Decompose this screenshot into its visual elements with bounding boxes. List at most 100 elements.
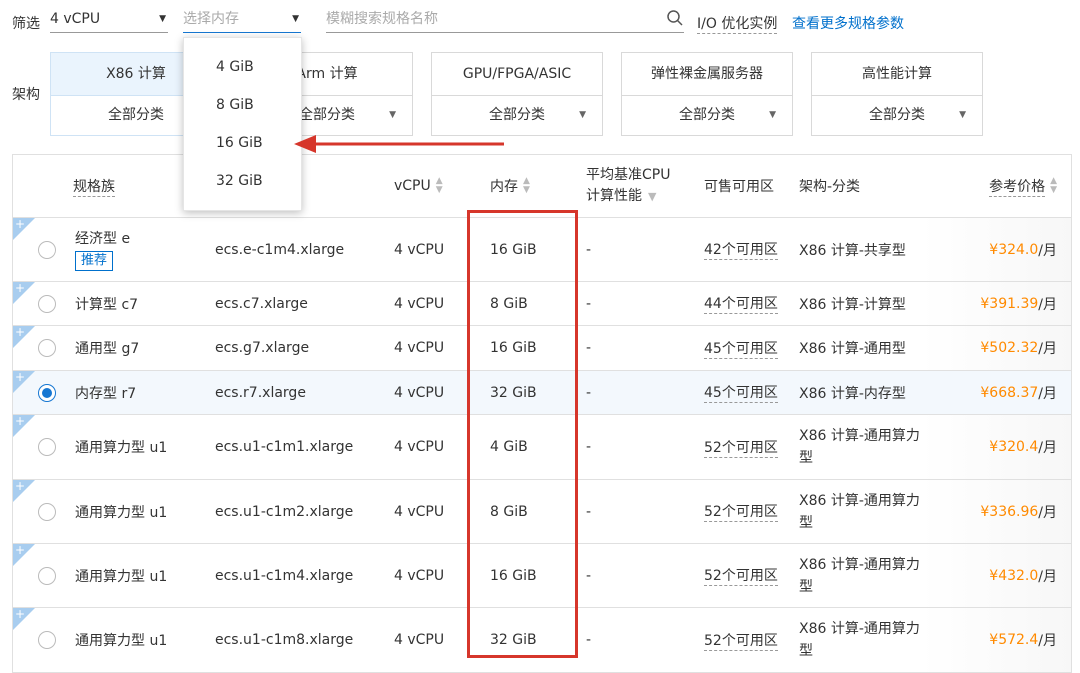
table-row[interactable]: + 通用算力型 u1 ecs.u1-c1m1.xlarge 4 vCPU 4 G…	[12, 414, 1072, 480]
row-zones[interactable]: 42个可用区	[704, 239, 778, 260]
expand-corner-icon[interactable]: +	[13, 543, 35, 566]
col-memory-header[interactable]: 内存 ▲ ▼	[490, 155, 530, 217]
filter-icon[interactable]: ▼	[648, 190, 656, 203]
col-cpu-perf-header: 平均基准CPU 计算性能 ▼	[586, 155, 670, 217]
arch-category-value: 全部分类	[108, 107, 164, 123]
row-vcpu: 4 vCPU	[394, 340, 445, 356]
memory-option[interactable]: 4 GiB	[184, 48, 301, 86]
col-vcpu-header[interactable]: vCPU ▲ ▼	[394, 155, 443, 217]
chevron-down-icon: ▼	[159, 14, 166, 24]
row-arch: X86 计算-通用型	[799, 341, 906, 357]
row-radio[interactable]	[38, 294, 56, 313]
row-arch-line: X86 计算-通用算力	[799, 621, 920, 637]
row-spec: ecs.g7.xlarge	[215, 340, 310, 356]
row-price-unit: /月	[1038, 242, 1057, 259]
table-row[interactable]: + 通用算力型 u1 ecs.u1-c1m2.xlarge 4 vCPU 8 G…	[12, 479, 1072, 544]
row-zones[interactable]: 52个可用区	[704, 501, 778, 522]
row-memory: 4 GiB	[490, 439, 528, 455]
row-price: ¥336.96	[980, 503, 1039, 520]
spec-search-input[interactable]: 模糊搜索规格名称	[326, 6, 684, 33]
memory-option[interactable]: 8 GiB	[184, 86, 301, 124]
col-cpu-perf-label: 平均基准CPU	[586, 167, 671, 183]
row-radio[interactable]	[38, 240, 56, 259]
row-family: 经济型 e	[75, 231, 131, 247]
expand-corner-icon[interactable]: +	[13, 607, 35, 630]
row-radio[interactable]	[38, 339, 56, 357]
row-vcpu: 4 vCPU	[394, 295, 445, 312]
expand-corner-icon[interactable]: +	[13, 281, 35, 304]
row-arch: X86 计算-通用算力型	[799, 415, 920, 479]
chevron-down-icon: ▼	[769, 110, 776, 120]
row-radio[interactable]	[38, 566, 56, 585]
memory-option[interactable]: 16 GiB	[184, 124, 301, 162]
arch-category-select[interactable]: 全部分类 ▼	[432, 96, 602, 135]
table-row[interactable]: + 计算型 c7 ecs.c7.xlarge 4 vCPU 8 GiB - 44…	[12, 281, 1072, 326]
table-row-selected[interactable]: + 内存型 r7 ecs.r7.xlarge 4 vCPU 32 GiB - 4…	[12, 370, 1072, 415]
table-row[interactable]: + 经济型 e 推荐 ecs.e-c1m4.xlarge 4 vCPU 16 G…	[12, 217, 1072, 282]
row-price-unit: /月	[1038, 504, 1057, 521]
memory-dropdown-menu: 4 GiB 8 GiB 16 GiB 32 GiB	[183, 37, 302, 211]
table-row[interactable]: + 通用算力型 u1 ecs.u1-c1m4.xlarge 4 vCPU 16 …	[12, 543, 1072, 608]
row-vcpu: 4 vCPU	[394, 439, 445, 455]
row-radio-checked[interactable]	[38, 383, 56, 402]
memory-select-placeholder: 选择内存	[183, 11, 239, 27]
row-radio[interactable]	[38, 502, 56, 521]
table-row[interactable]: + 通用算力型 u1 ecs.u1-c1m8.xlarge 4 vCPU 32 …	[12, 607, 1072, 673]
row-zones[interactable]: 52个可用区	[704, 437, 778, 458]
row-spec: ecs.c7.xlarge	[215, 295, 308, 312]
row-arch: X86 计算-通用算力型	[799, 480, 920, 543]
row-price: ¥668.37	[980, 384, 1039, 401]
row-spec: ecs.u1-c1m1.xlarge	[215, 439, 354, 455]
row-radio[interactable]	[38, 631, 56, 649]
memory-select[interactable]: 选择内存 ▼	[183, 6, 301, 33]
row-cpu-perf: -	[586, 439, 592, 455]
row-cpu-perf: -	[586, 340, 592, 356]
row-arch: X86 计算-通用算力型	[799, 544, 920, 607]
sort-icon[interactable]: ▲ ▼	[436, 177, 443, 195]
arch-card-hpc[interactable]: 高性能计算 全部分类 ▼	[811, 52, 983, 136]
row-price: ¥432.0	[989, 567, 1039, 584]
chevron-down-icon: ▼	[292, 14, 299, 24]
expand-corner-icon[interactable]: +	[13, 479, 35, 502]
chevron-down-icon: ▼	[959, 110, 966, 120]
sort-icon[interactable]: ▲ ▼	[523, 177, 530, 195]
row-vcpu: 4 vCPU	[394, 241, 445, 258]
arch-category-select[interactable]: 全部分类 ▼	[622, 96, 792, 135]
arch-card-gpu[interactable]: GPU/FPGA/ASIC 全部分类 ▼	[431, 52, 603, 136]
row-memory: 8 GiB	[490, 503, 528, 520]
row-price: ¥572.4	[989, 632, 1039, 648]
row-spec: ecs.u1-c1m2.xlarge	[215, 503, 354, 520]
arch-category-select[interactable]: 全部分类 ▼	[812, 96, 982, 135]
row-zones[interactable]: 52个可用区	[704, 630, 778, 651]
row-zones[interactable]: 44个可用区	[704, 293, 778, 314]
expand-corner-icon[interactable]: +	[13, 325, 35, 348]
sort-icon[interactable]: ▲ ▼	[1050, 177, 1057, 195]
col-price-label: 参考价格	[989, 176, 1046, 197]
expand-corner-icon[interactable]: +	[13, 414, 35, 437]
row-arch: X86 计算-计算型	[799, 296, 906, 313]
row-zones[interactable]: 45个可用区	[704, 382, 778, 403]
col-price-header[interactable]: 参考价格 ▲ ▼	[989, 155, 1057, 217]
row-price: ¥502.32	[980, 340, 1039, 356]
row-memory: 16 GiB	[490, 241, 537, 258]
col-cpu-perf-label: 计算性能	[586, 188, 642, 204]
expand-corner-icon[interactable]: +	[13, 370, 35, 393]
row-zones[interactable]: 45个可用区	[704, 338, 778, 359]
row-radio[interactable]	[38, 438, 56, 456]
arch-card-title: 弹性裸金属服务器	[622, 53, 792, 96]
io-optimized-filter[interactable]: I/O 优化实例	[697, 13, 778, 34]
arch-card-bare-metal[interactable]: 弹性裸金属服务器 全部分类 ▼	[621, 52, 793, 136]
row-arch-line: 型	[799, 450, 813, 466]
row-arch-line: 型	[799, 578, 813, 595]
vcpu-select[interactable]: 4 vCPU ▼	[50, 6, 168, 33]
expand-corner-icon[interactable]: +	[13, 217, 35, 240]
row-cpu-perf: -	[586, 384, 592, 401]
row-vcpu: 4 vCPU	[394, 567, 445, 584]
table-row[interactable]: + 通用型 g7 ecs.g7.xlarge 4 vCPU 16 GiB - 4…	[12, 325, 1072, 371]
row-zones[interactable]: 52个可用区	[704, 565, 778, 586]
search-icon[interactable]	[666, 6, 684, 36]
row-family: 通用算力型 u1	[75, 504, 168, 521]
more-params-link[interactable]: 查看更多规格参数	[792, 13, 904, 33]
arch-category-value: 全部分类	[299, 107, 355, 123]
memory-option[interactable]: 32 GiB	[184, 162, 301, 200]
